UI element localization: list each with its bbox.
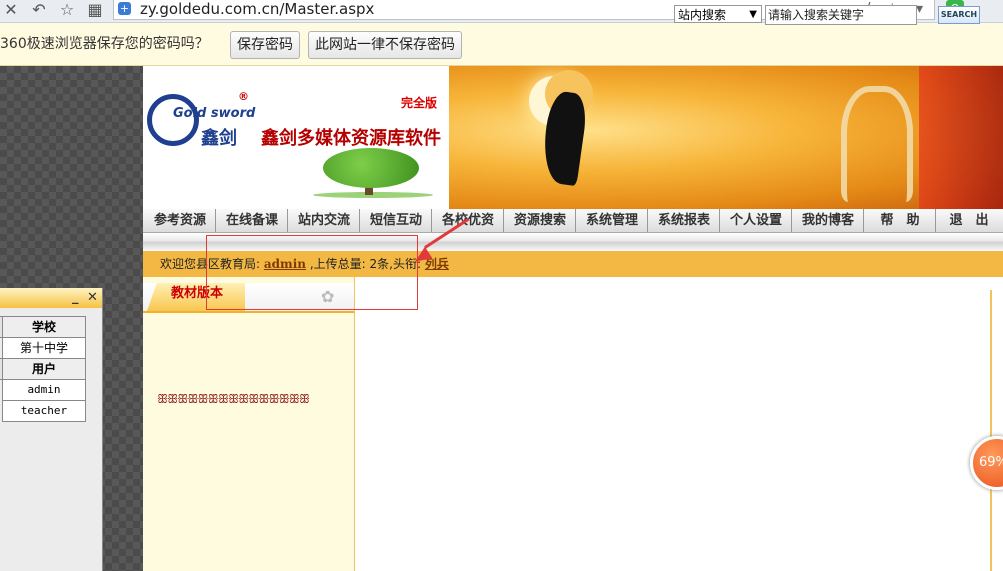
close-icon[interactable]: ✕	[0, 0, 22, 20]
user-row[interactable]: admin	[2, 379, 86, 401]
logo-text: Gold sword	[173, 106, 256, 121]
school-value: 第十中学	[2, 337, 86, 359]
url-text[interactable]: zy.goldedu.com.cn/Master.aspx	[140, 0, 374, 19]
school-header: 学校	[2, 316, 86, 338]
minimize-button[interactable]: _	[72, 290, 79, 305]
nav-item-my-blog[interactable]: 我的博客	[793, 209, 864, 232]
nav-item-site-exchange[interactable]: 站内交流	[289, 209, 360, 232]
site-title: 鑫剑多媒体资源库软件	[261, 128, 441, 149]
nav-item-system-reports[interactable]: 系统报表	[649, 209, 720, 232]
back-icon[interactable]: ↶	[28, 0, 50, 20]
harp-graphic	[841, 86, 913, 202]
chevron-down-icon: ▼	[749, 9, 757, 20]
nav-item-reference-resources[interactable]: 参考资源	[145, 209, 216, 232]
search-scope-value: 站内搜索	[678, 8, 727, 22]
user-panel: _ ✕ 学校 第十中学 用户 admin teacher	[0, 288, 103, 571]
never-save-password-button[interactable]: 此网站一律不保存密码	[308, 31, 462, 59]
nav-item-sms[interactable]: 短信互动	[361, 209, 432, 232]
user-row[interactable]: teacher	[2, 400, 86, 422]
user-header: 用户	[2, 358, 86, 380]
header-banner	[449, 66, 1003, 209]
left-sidebar: 教材版本 ✿ ꕥꕥꕥꕥꕥꕥꕥꕥꕥꕥꕥꕥꕥꕥꕥ	[143, 277, 355, 571]
decorative-ornament: ꕥꕥꕥꕥꕥꕥꕥꕥꕥꕥꕥꕥꕥꕥꕥ	[157, 392, 310, 406]
tree-icon	[323, 148, 419, 188]
content-border	[990, 290, 992, 571]
password-save-message: 360极速浏览器保存您的密码吗？	[0, 36, 209, 52]
password-save-bar: 360极速浏览器保存您的密码吗？ 保存密码 此网站一律不保存密码	[0, 23, 1003, 66]
nav-item-resource-search[interactable]: 资源搜索	[505, 209, 576, 232]
save-password-button[interactable]: 保存密码	[230, 31, 300, 59]
panel-header: _ ✕	[0, 288, 102, 308]
curtain-graphic	[919, 66, 1003, 209]
logo-chinese: 鑫剑	[201, 128, 237, 149]
close-panel-button[interactable]: ✕	[87, 290, 98, 305]
dropdown-icon[interactable]: ▾	[916, 0, 923, 19]
registered-mark: ®	[238, 90, 249, 103]
site-icon: +	[118, 2, 131, 15]
edition-label: 完全版	[401, 96, 438, 110]
nav-item-personal-settings[interactable]: 个人设置	[721, 209, 792, 232]
tree-ground	[313, 192, 433, 198]
main-content	[355, 277, 1003, 571]
search-button[interactable]: SEARCH	[938, 6, 980, 24]
nav-item-help[interactable]: 帮 助	[865, 209, 936, 232]
search-scope-select[interactable]: 站内搜索 ▼	[674, 5, 762, 23]
apps-icon[interactable]: ▦	[84, 0, 106, 20]
nav-item-logout[interactable]: 退 出	[937, 209, 1001, 232]
star-icon[interactable]: ☆	[56, 0, 78, 20]
site-logo-area: Gold sword ® 鑫剑 完全版 鑫剑多媒体资源库软件	[143, 66, 449, 209]
nav-item-online-lesson-prep[interactable]: 在线备课	[217, 209, 288, 232]
annotation-box	[206, 235, 418, 310]
nav-item-system-admin[interactable]: 系统管理	[577, 209, 648, 232]
search-input[interactable]: 请输入搜索关键字	[765, 5, 917, 25]
main-nav: 参考资源 在线备课 站内交流 短信互动 各校优资 资源搜索 系统管理 系统报表 …	[143, 209, 1003, 233]
